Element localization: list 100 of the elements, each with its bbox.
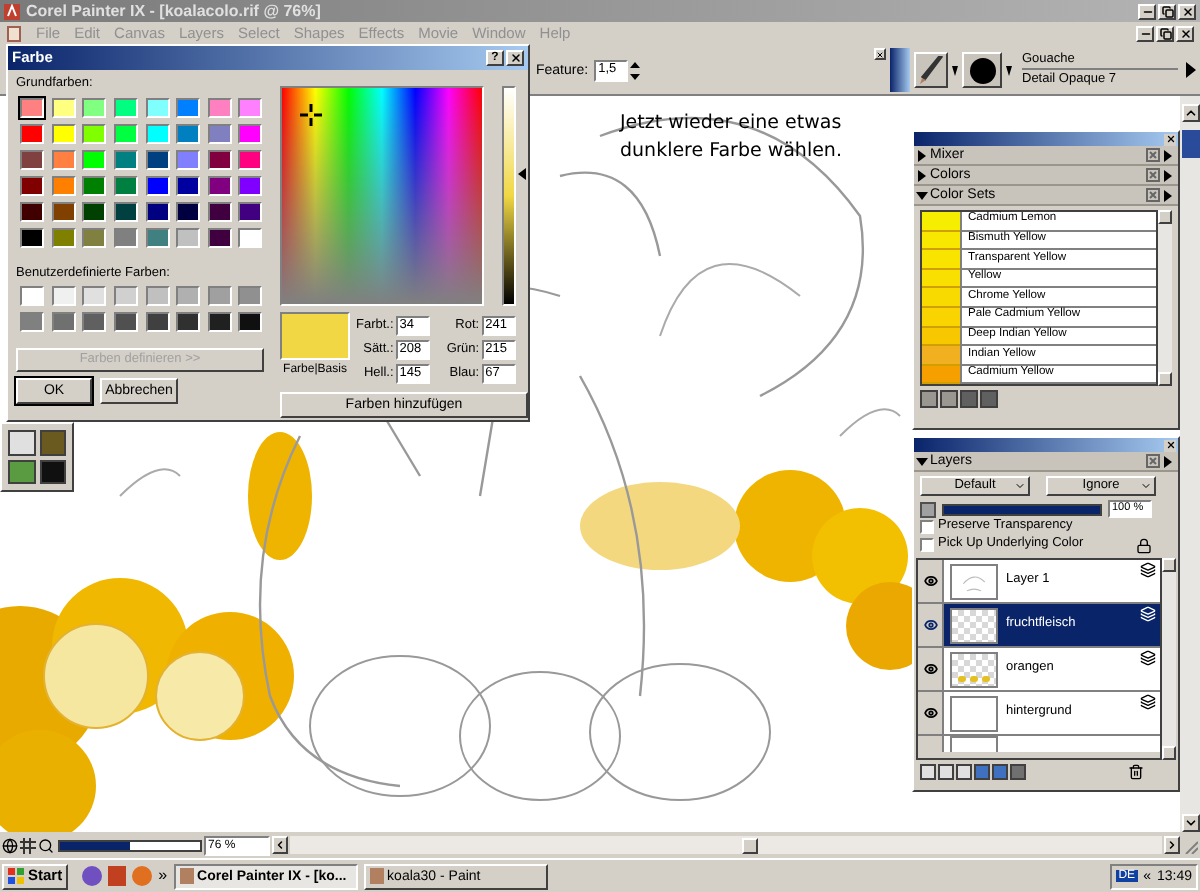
color-swatch[interactable] [922, 307, 960, 328]
tool-icon[interactable] [39, 430, 66, 455]
scroll-thumb[interactable] [742, 837, 758, 853]
color-spectrum[interactable] [280, 86, 484, 306]
color-swatch[interactable] [51, 227, 76, 247]
eye-icon[interactable] [923, 618, 937, 632]
color-swatch[interactable] [176, 123, 201, 143]
expand-triangle-icon[interactable] [916, 169, 928, 181]
menu-arrow-icon[interactable] [1164, 455, 1172, 467]
color-swatch[interactable] [82, 149, 107, 169]
color-swatch[interactable] [113, 286, 138, 306]
color-swatch[interactable] [207, 149, 232, 169]
eye-icon[interactable] [923, 706, 937, 720]
brush-selector[interactable] [914, 52, 948, 88]
color-swatch[interactable] [82, 227, 107, 247]
tool-icon[interactable] [39, 459, 66, 484]
color-swatch[interactable] [82, 286, 107, 306]
scroll-up-button[interactable] [1181, 104, 1199, 122]
close-button[interactable] [1164, 133, 1176, 145]
color-swatch[interactable] [20, 149, 44, 169]
eye-icon[interactable] [923, 662, 937, 676]
brush-variant-selector[interactable] [962, 52, 1002, 88]
lightness-pointer-icon[interactable] [518, 168, 526, 181]
minimize-button[interactable] [1136, 26, 1154, 42]
scroll-down-button[interactable] [1181, 814, 1199, 832]
color-swatch[interactable] [922, 365, 960, 385]
checkbox[interactable] [920, 538, 934, 552]
layer-row[interactable] [918, 736, 1160, 752]
color-swatch[interactable] [145, 175, 169, 195]
color-swatch[interactable] [922, 327, 960, 347]
collapse-triangle-icon[interactable] [916, 189, 928, 201]
scroll-left-button[interactable] [272, 836, 288, 854]
color-swatch[interactable] [922, 231, 960, 251]
color-swatch[interactable] [20, 227, 44, 247]
color-swatch[interactable] [51, 149, 76, 169]
color-swatch[interactable] [207, 201, 232, 221]
color-swatch[interactable] [113, 149, 138, 169]
color-swatch[interactable] [145, 201, 169, 221]
color-swatch[interactable] [176, 227, 201, 247]
color-swatch[interactable] [51, 123, 76, 143]
checkbox[interactable] [920, 520, 934, 534]
caret-icon[interactable] [1006, 65, 1012, 75]
scroll-down-button[interactable] [1162, 746, 1176, 760]
color-swatch[interactable] [51, 175, 76, 195]
zoom-slider[interactable] [58, 839, 202, 851]
color-swatch[interactable] [207, 227, 232, 247]
color-swatch[interactable] [238, 149, 263, 169]
color-swatch[interactable] [238, 312, 263, 332]
color-swatch[interactable] [176, 175, 201, 195]
quick-launch-icon[interactable] [82, 866, 103, 886]
color-swatch[interactable] [238, 97, 263, 117]
color-swatch[interactable] [238, 175, 263, 195]
color-swatch[interactable] [207, 312, 232, 332]
collapse-triangle-icon[interactable] [916, 455, 928, 467]
more-chevron[interactable]: » [158, 868, 168, 884]
color-swatch[interactable] [82, 312, 107, 332]
close-button[interactable] [874, 48, 886, 60]
color-swatch[interactable] [51, 286, 76, 306]
color-swatch[interactable] [922, 212, 960, 232]
color-swatch[interactable] [238, 201, 263, 221]
color-swatch[interactable] [176, 149, 201, 169]
globe-icon[interactable] [2, 837, 18, 853]
scroll-down-button[interactable] [1158, 372, 1172, 387]
color-swatch[interactable] [238, 286, 263, 306]
color-swatch[interactable] [145, 123, 169, 143]
color-swatch[interactable] [20, 201, 44, 221]
quick-launch-icon[interactable] [108, 866, 127, 886]
grid-icon[interactable] [20, 837, 36, 853]
color-swatch[interactable] [238, 123, 263, 143]
color-swatch[interactable] [51, 97, 76, 117]
color-swatch[interactable] [20, 286, 44, 306]
scroll-right-button[interactable] [1164, 836, 1180, 854]
color-swatch[interactable] [207, 286, 232, 306]
expand-arrow-icon[interactable] [1186, 62, 1196, 78]
color-swatch[interactable] [922, 346, 960, 366]
color-swatch[interactable] [922, 288, 960, 308]
eye-icon[interactable] [923, 574, 937, 588]
color-swatch[interactable] [82, 175, 107, 195]
color-swatch[interactable] [20, 123, 44, 143]
color-swatch[interactable] [20, 175, 44, 195]
color-swatch[interactable] [145, 227, 169, 247]
color-swatch[interactable] [113, 175, 138, 195]
color-swatch[interactable] [145, 97, 169, 117]
close-button[interactable] [1164, 439, 1176, 451]
minimize-button[interactable] [1138, 3, 1156, 19]
trash-icon[interactable] [1128, 764, 1144, 780]
color-swatch[interactable] [207, 123, 232, 143]
color-swatch[interactable] [82, 123, 107, 143]
color-swatch[interactable] [238, 227, 263, 247]
tool-icon[interactable] [8, 459, 35, 484]
color-swatch[interactable] [207, 97, 232, 117]
color-swatch[interactable] [20, 312, 44, 332]
color-swatch[interactable] [176, 286, 201, 306]
expand-triangle-icon[interactable] [916, 149, 928, 161]
tool-icon[interactable] [8, 430, 35, 455]
color-swatch[interactable] [51, 312, 76, 332]
restore-button[interactable] [1156, 26, 1174, 42]
scroll-up-button[interactable] [1158, 210, 1172, 224]
restore-button[interactable] [1158, 3, 1176, 19]
color-swatch[interactable] [113, 227, 138, 247]
